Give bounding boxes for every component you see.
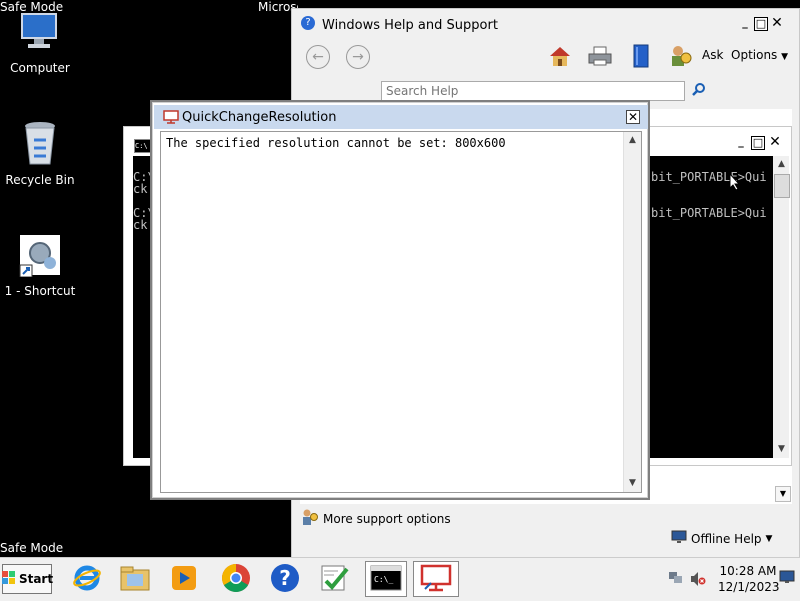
printer-icon[interactable] [588,46,612,69]
back-button[interactable]: ← [306,45,330,69]
options-label: Options [731,48,778,62]
ask-icon[interactable] [670,44,692,71]
shortcut-icon [0,233,80,280]
cmd-line: ck [133,218,148,232]
svg-text:?: ? [279,566,291,590]
chevron-down-icon: ▼ [765,533,773,544]
cmd-maximize-button[interactable]: □ [751,136,765,150]
offline-monitor-icon [671,530,687,547]
dialog-title-bar[interactable]: QuickChangeResolution ✕ [154,105,648,129]
desktop-icon-label: Computer [10,61,70,75]
more-support-options-label: More support options [323,511,451,526]
safe-mode-label-bottom-left: Safe Mode [0,541,64,555]
dialog-title: QuickChangeResolution [182,110,337,125]
cmd-scrollbar[interactable]: ▲ ▼ [773,156,790,458]
ask-button[interactable]: Ask [702,48,723,62]
scroll-up-arrow[interactable]: ▲ [773,156,790,173]
start-label: Start [18,572,54,586]
taskbar-explorer[interactable] [114,561,156,597]
search-icon[interactable] [692,82,706,99]
tray-network-icon[interactable] [668,570,684,589]
start-button[interactable]: Start [1,564,54,594]
dialog-message-box[interactable]: The specified resolution cannot be set: … [160,131,642,493]
desktop-icon-shortcut[interactable]: 1 - Shortcut [0,233,80,298]
clock-date: 12/1/2023 [718,580,780,594]
certificate-icon [319,563,351,596]
explorer-folder-icon [119,564,151,595]
forward-button[interactable]: → [346,45,370,69]
recycle-bin-icon [0,120,80,169]
offline-help-label: Offline Help [691,531,762,546]
remote-display-icon [163,110,179,127]
scroll-up-arrow[interactable]: ▲ [624,132,641,149]
help-home-icon[interactable] [548,45,572,70]
scroll-down-arrow[interactable]: ▼ [624,475,641,492]
internet-explorer-icon [72,563,102,596]
desktop-icon-label: 1 - Shortcut [4,284,76,298]
chevron-down-icon: ▼ [781,52,789,62]
help-scroll-down-arrow[interactable]: ▼ [775,486,791,502]
cmd-icon: C:\_ [370,565,402,594]
cmd-minimize-button[interactable]: _ [734,136,748,150]
windows-logo-icon [1,570,17,589]
mouse-cursor-icon [729,172,741,194]
tray-volume-muted-icon[interactable] [690,571,706,590]
taskbar-internet-explorer[interactable] [66,561,108,597]
taskbar-quickchangeresolution[interactable] [413,561,459,597]
quickchange-dialog[interactable]: QuickChangeResolution ✕ The specified re… [150,100,650,500]
maximize-button[interactable]: □ [754,17,768,31]
taskbar-cmd[interactable]: C:\_ [365,561,407,597]
taskbar-certificate[interactable] [314,561,356,597]
browse-help-icon[interactable] [632,44,650,71]
scroll-down-arrow[interactable]: ▼ [773,441,790,458]
more-support-options-link[interactable]: More support options [301,508,451,529]
svg-text:C:\_: C:\_ [374,575,393,584]
desktop-icon-label: Recycle Bin [5,173,75,187]
help-icon: ? [269,562,301,597]
help-window-title: Windows Help and Support [322,18,498,33]
media-player-icon [169,563,199,596]
taskbar: Start ? C:\_ 10:28 AM 12/1/2023 [0,557,800,601]
taskbar-media-player[interactable] [163,561,205,597]
help-title-bar[interactable]: ? Windows Help and Support _ □ ✕ [292,9,799,33]
options-button[interactable]: Options ▼ [731,48,788,62]
show-desktop-icon[interactable] [779,570,795,587]
clock-time: 10:28 AM [719,564,777,578]
help-app-icon: ? [301,16,315,30]
cmd-close-button[interactable]: ✕ [768,135,782,150]
support-people-icon [301,508,319,529]
dialog-scrollbar[interactable]: ▲ ▼ [623,132,641,492]
search-help-box[interactable] [381,81,685,101]
cmd-line-right: bit_PORTABLE>Qui [651,170,767,184]
cmd-line-right: bit_PORTABLE>Qui [651,206,767,220]
system-clock[interactable]: 10:28 AM 12/1/2023 [718,563,780,595]
computer-icon [0,10,80,57]
taskbar-chrome[interactable] [215,561,257,597]
close-button[interactable]: ✕ [770,16,784,31]
desktop-icon-computer[interactable]: Computer [0,10,80,75]
search-help-input[interactable] [382,82,684,100]
scroll-thumb[interactable] [774,174,790,198]
cmd-line: ck [133,182,148,196]
remote-display-icon [419,563,453,596]
desktop-icon-recycle-bin[interactable]: Recycle Bin [0,120,80,187]
taskbar-help[interactable]: ? [264,561,306,597]
chrome-icon [220,562,252,597]
dialog-message: The specified resolution cannot be set: … [166,136,506,150]
offline-help-button[interactable]: Offline Help ▼ [671,530,772,547]
dialog-close-button[interactable]: ✕ [626,110,640,124]
minimize-button[interactable]: _ [738,17,752,31]
